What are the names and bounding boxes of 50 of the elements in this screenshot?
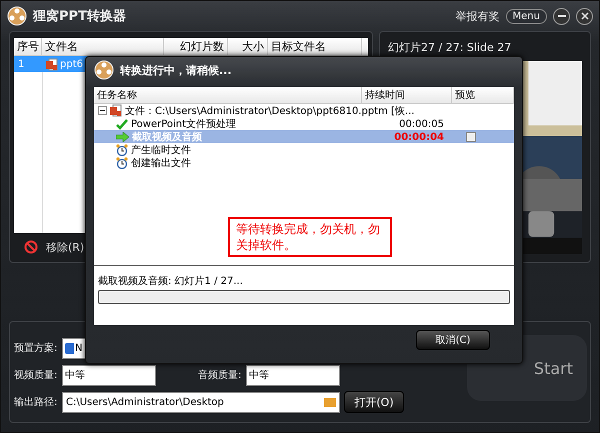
preview-checkbox[interactable] [466, 132, 476, 142]
column-header[interactable]: 文件名 [42, 38, 164, 55]
duration-text: 00:00:04 [394, 132, 444, 142]
output-path-field[interactable]: C:\Users\Administrator\Desktop [62, 392, 340, 412]
audio-quality-dropdown[interactable]: 中等 [246, 364, 340, 386]
task-row[interactable]: 产生临时文件 [94, 143, 514, 156]
task-name: 截取视频及音频 [132, 130, 202, 144]
minimize-icon[interactable] [553, 8, 570, 24]
alarm-clock-icon [116, 144, 128, 156]
column-header[interactable]: 大小 [228, 38, 268, 55]
menu-button[interactable]: Menu [506, 8, 547, 24]
field-label: 预置方案: [14, 342, 58, 355]
close-icon[interactable] [576, 8, 593, 24]
prohibited-icon [24, 240, 38, 254]
collapse-icon[interactable] [98, 106, 107, 115]
task-name: PowerPoint文件预处理 [131, 118, 236, 131]
column-header[interactable]: 持续时间 [362, 87, 452, 103]
status-text: 截取视频及音频: 幻灯片1 / 27... [97, 274, 244, 289]
check-icon [116, 118, 128, 130]
alarm-clock-icon [116, 157, 128, 169]
reel-logo-icon [94, 60, 114, 80]
window-title: 狸窝PPT转换器 [33, 8, 126, 25]
task-name: 创建输出文件 [131, 156, 191, 170]
field-label: 音频质量: [198, 368, 242, 382]
document-icon [110, 104, 122, 117]
open-button[interactable]: 打开(O) [344, 391, 404, 413]
column-header[interactable]: 序号 [14, 38, 42, 55]
arrow-icon [116, 132, 129, 142]
tree-item[interactable]: 文件：C:\Users\Administrator\Desktop\ppt6810.pptm [恢... [125, 104, 414, 118]
duration-text: 00:00:05 [399, 118, 444, 130]
column-header[interactable]: 幻灯片数 [164, 38, 228, 55]
cancel-button[interactable]: 取消(C) [416, 330, 490, 350]
column-header[interactable]: 任务名称 [94, 87, 362, 103]
report-link[interactable]: 举报有奖 [456, 8, 500, 24]
field-label: 视频质量: [14, 368, 58, 382]
table-cell-text: 1 [17, 58, 26, 70]
slide-caption: 幻灯片27 / 27: Slide 27 [388, 40, 512, 55]
document-icon [46, 58, 58, 70]
column-header[interactable]: 目标文件名 [268, 38, 362, 55]
dialog-title: 转换进行中，请稍候... [120, 62, 232, 78]
task-name: 产生临时文件 [131, 144, 191, 157]
column-header[interactable]: 预览 [452, 87, 514, 103]
task-row[interactable]: PowerPoint文件预处理 00:00:05 [94, 117, 514, 130]
video-quality-dropdown[interactable]: 中等 [62, 364, 156, 386]
reel-logo-icon [7, 6, 27, 26]
remove-button[interactable]: 移除(R) [46, 240, 84, 254]
warning-notice: 等待转换完成，勿关机，勿关掉软件。 [228, 217, 392, 257]
task-row[interactable]: 创建输出文件 [94, 156, 514, 169]
field-label: 输出路径: [14, 396, 58, 409]
table-cell: ppt6 [60, 58, 83, 70]
